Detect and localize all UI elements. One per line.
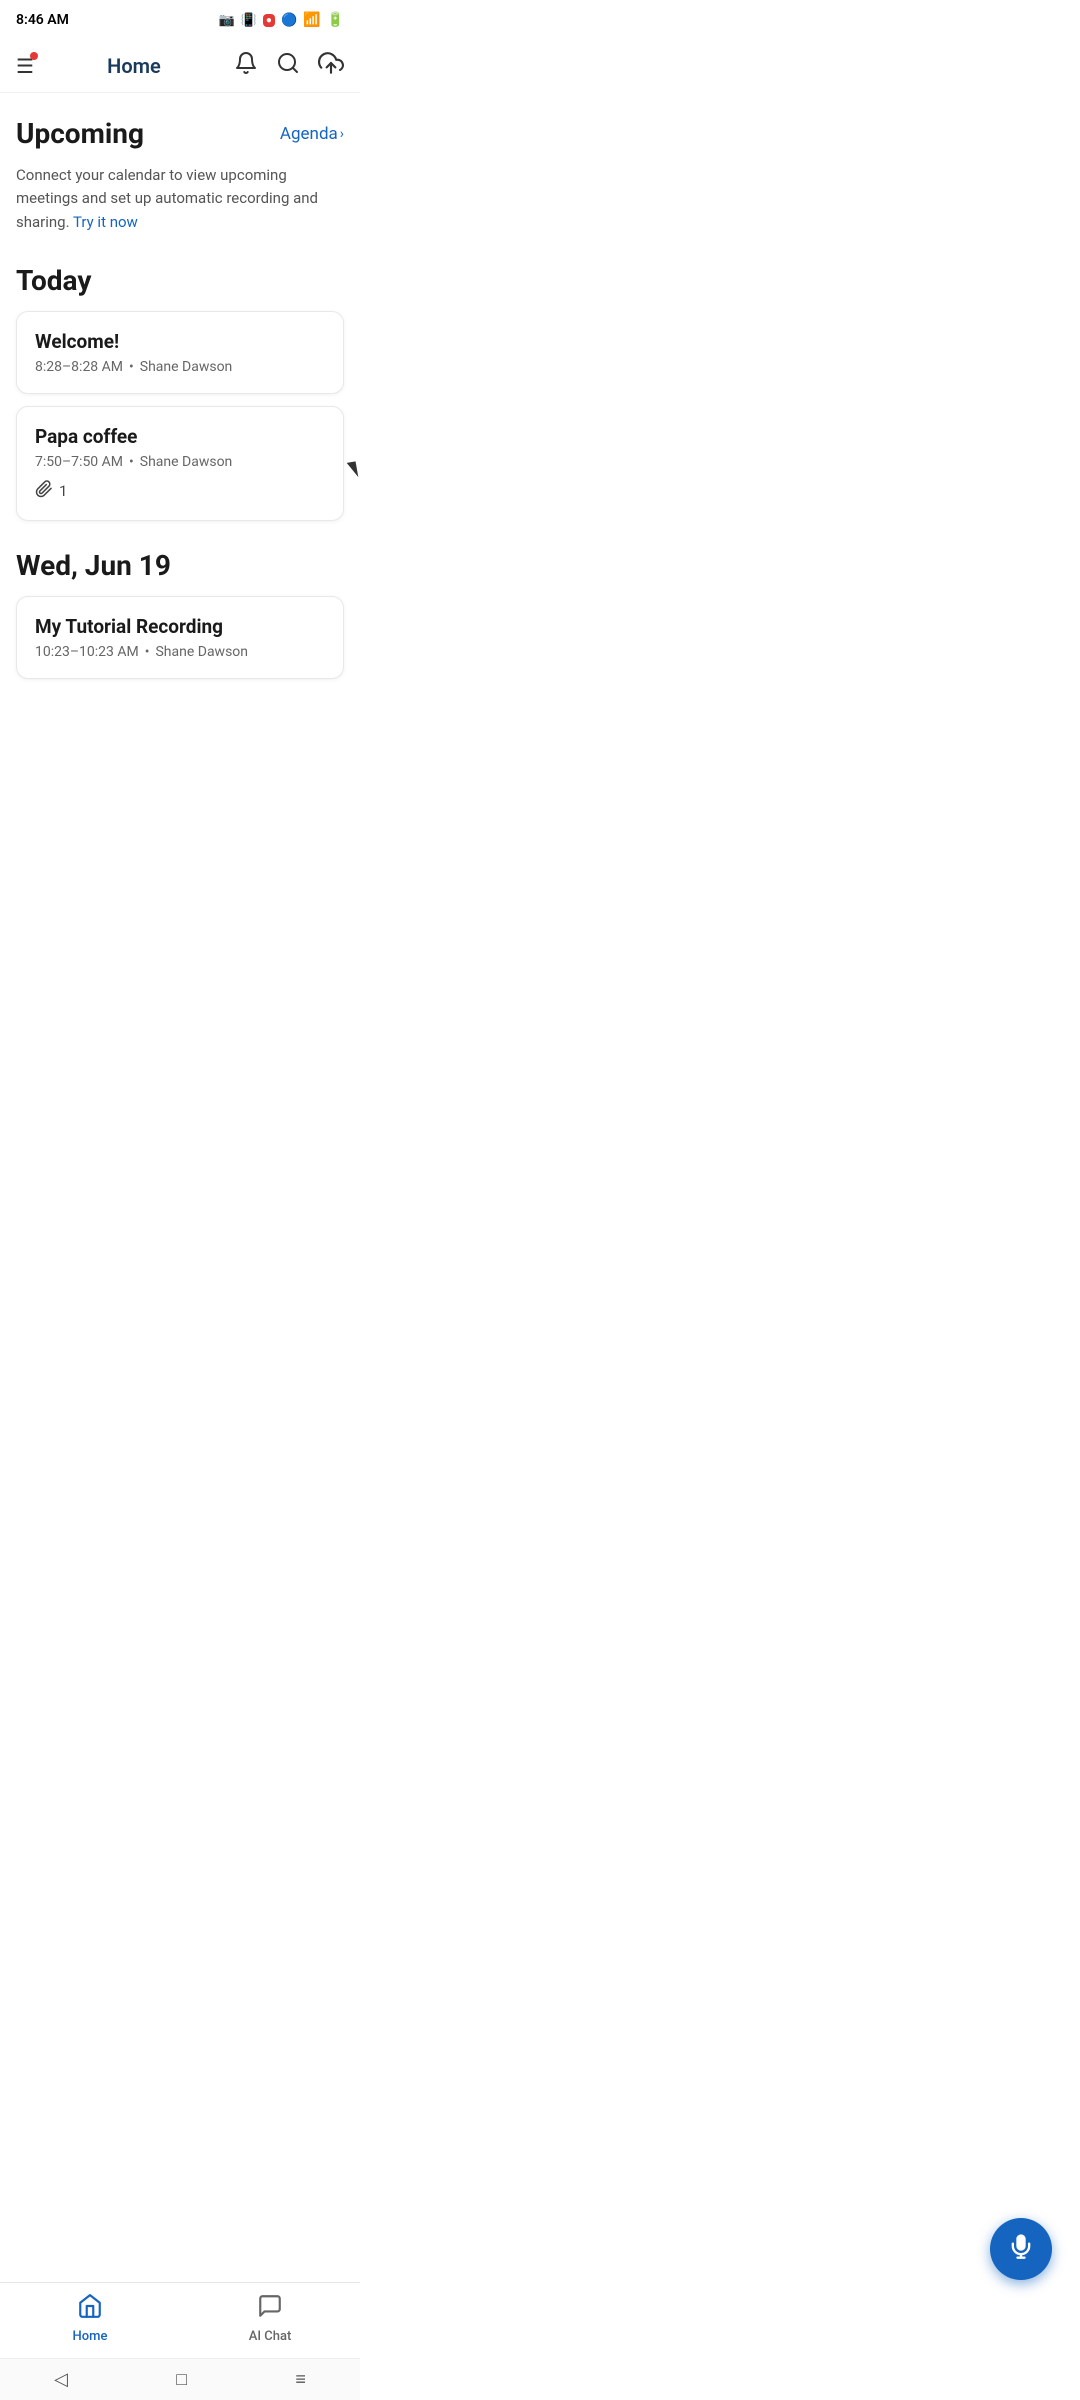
wifi-status-icon: 📶 (303, 12, 320, 28)
status-bar: 8:46 AM 📷 📳 ● 🔵 📶 🔋 (0, 0, 360, 40)
bottom-nav: Home AI Chat (0, 2282, 360, 2358)
battery-status-icon: 🔋 (327, 12, 344, 28)
record-status-icon: ● (263, 14, 275, 27)
meeting-meta-tutorial: 10:23–10:23 AM • Shane Dawson (35, 644, 325, 660)
separator-dot-3: • (145, 644, 150, 660)
meeting-name-welcome: Welcome! (35, 330, 325, 353)
hamburger-menu[interactable]: ☰ (16, 54, 34, 78)
meeting-meta-welcome: 8:28–8:28 AM • Shane Dawson (35, 359, 325, 375)
ai-chat-icon (257, 2293, 283, 2325)
today-section: Today Welcome! 8:28–8:28 AM • Shane Daws… (16, 264, 344, 521)
clip-icon (35, 480, 53, 502)
upcoming-title: Upcoming (16, 117, 144, 150)
home-icon (77, 2293, 103, 2325)
page-title: Home (107, 54, 161, 78)
meeting-host-tutorial: Shane Dawson (155, 644, 248, 660)
meeting-time-papa-coffee: 7:50–7:50 AM (35, 454, 123, 470)
meeting-time-welcome: 8:28–8:28 AM (35, 359, 123, 375)
bottom-nav-ai-chat[interactable]: AI Chat (180, 2293, 360, 2344)
separator-dot: • (129, 359, 134, 375)
clip-count: 1 (59, 482, 67, 500)
recent-button[interactable]: ≡ (295, 2369, 306, 2390)
home-button[interactable]: □ (176, 2369, 187, 2390)
meeting-meta-papa-coffee: 7:50–7:50 AM • Shane Dawson (35, 454, 325, 470)
try-it-now-link[interactable]: Try it now (73, 213, 138, 231)
status-icons: 📷 📳 ● 🔵 📶 🔋 (219, 12, 344, 28)
separator-dot-2: • (129, 454, 134, 470)
meeting-time-tutorial: 10:23–10:23 AM (35, 644, 139, 660)
wednesday-section: Wed, Jun 19 My Tutorial Recording 10:23–… (16, 549, 344, 679)
upcoming-header: Upcoming Agenda › (16, 117, 344, 150)
record-fab[interactable] (990, 2218, 1052, 2280)
notifications-icon[interactable] (234, 51, 258, 81)
bottom-nav-home[interactable]: Home (0, 2293, 180, 2344)
upcoming-description: Connect your calendar to view upcoming m… (16, 164, 344, 234)
meeting-host-welcome: Shane Dawson (140, 359, 233, 375)
back-button[interactable]: ◁ (54, 2369, 68, 2390)
today-title: Today (16, 264, 344, 297)
wednesday-title: Wed, Jun 19 (16, 549, 344, 582)
system-nav: ◁ □ ≡ (0, 2358, 360, 2400)
meeting-name-papa-coffee: Papa coffee (35, 425, 325, 448)
status-time: 8:46 AM (16, 12, 69, 28)
ai-chat-label: AI Chat (249, 2329, 292, 2344)
chevron-right-icon: › (340, 126, 344, 142)
top-nav: ☰ Home (0, 40, 360, 93)
main-content: Upcoming Agenda › Connect your calendar … (0, 93, 360, 811)
meeting-card-welcome[interactable]: Welcome! 8:28–8:28 AM • Shane Dawson (16, 311, 344, 394)
meeting-card-papa-coffee[interactable]: Papa coffee 7:50–7:50 AM • Shane Dawson … (16, 406, 344, 521)
home-label: Home (73, 2329, 108, 2344)
meeting-clip-row: 1 (35, 480, 325, 502)
notification-dot (30, 52, 38, 60)
camera-status-icon: 📷 (219, 13, 235, 28)
agenda-label: Agenda (280, 124, 338, 144)
meeting-host-papa-coffee: Shane Dawson (140, 454, 233, 470)
meeting-card-tutorial[interactable]: My Tutorial Recording 10:23–10:23 AM • S… (16, 596, 344, 679)
meeting-name-tutorial: My Tutorial Recording (35, 615, 325, 638)
search-icon[interactable] (276, 51, 300, 81)
nav-actions (234, 50, 344, 82)
bluetooth-status-icon: 🔵 (281, 13, 297, 28)
agenda-link[interactable]: Agenda › (280, 124, 344, 144)
microphone-icon (1007, 2232, 1035, 2267)
vibrate-status-icon: 📳 (241, 13, 257, 28)
upload-icon[interactable] (318, 50, 344, 82)
